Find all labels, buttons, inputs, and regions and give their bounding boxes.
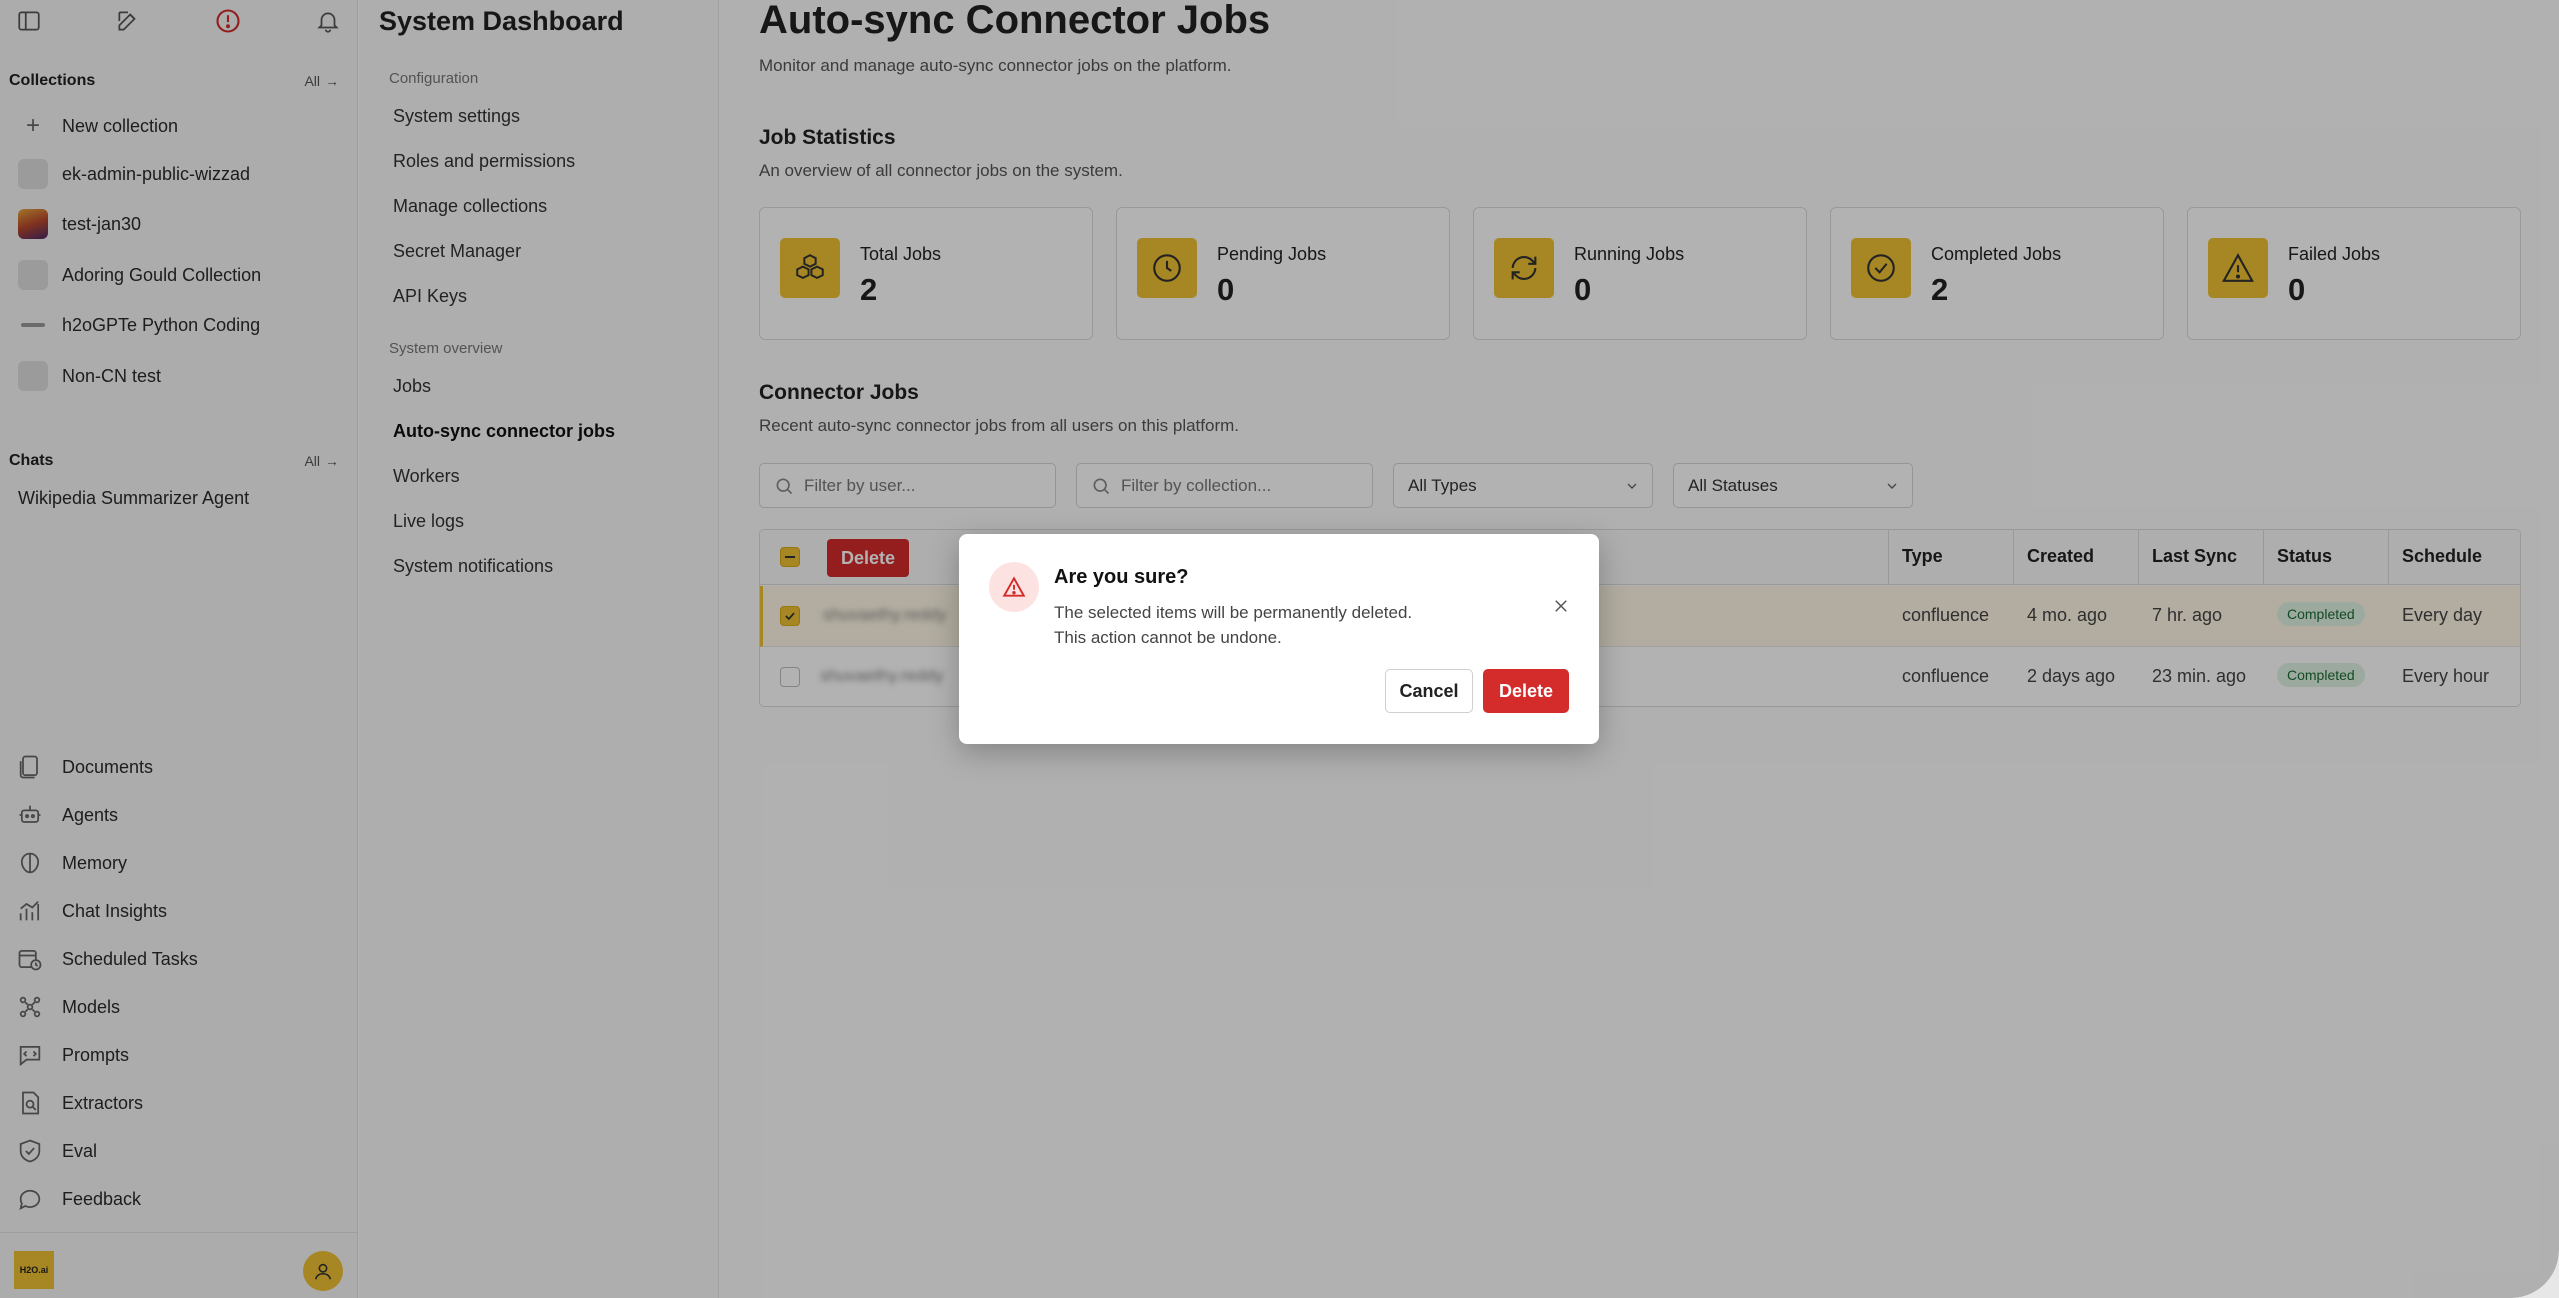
dialog-title: Are you sure? [1054,566,1189,588]
warning-icon [989,562,1039,612]
app-window: Collections All → + New collection ek-adm… [0,0,2559,1298]
confirm-delete-dialog: Are you sure? The selected items will be… [959,534,1599,744]
close-icon[interactable] [1549,594,1573,618]
confirm-delete-button[interactable]: Delete [1483,669,1569,713]
cancel-button[interactable]: Cancel [1385,669,1473,713]
dialog-message-line: This action cannot be undone. [1054,628,1282,647]
dialog-message: The selected items will be permanently d… [1054,600,1474,650]
dialog-message-line: The selected items will be permanently d… [1054,603,1413,622]
